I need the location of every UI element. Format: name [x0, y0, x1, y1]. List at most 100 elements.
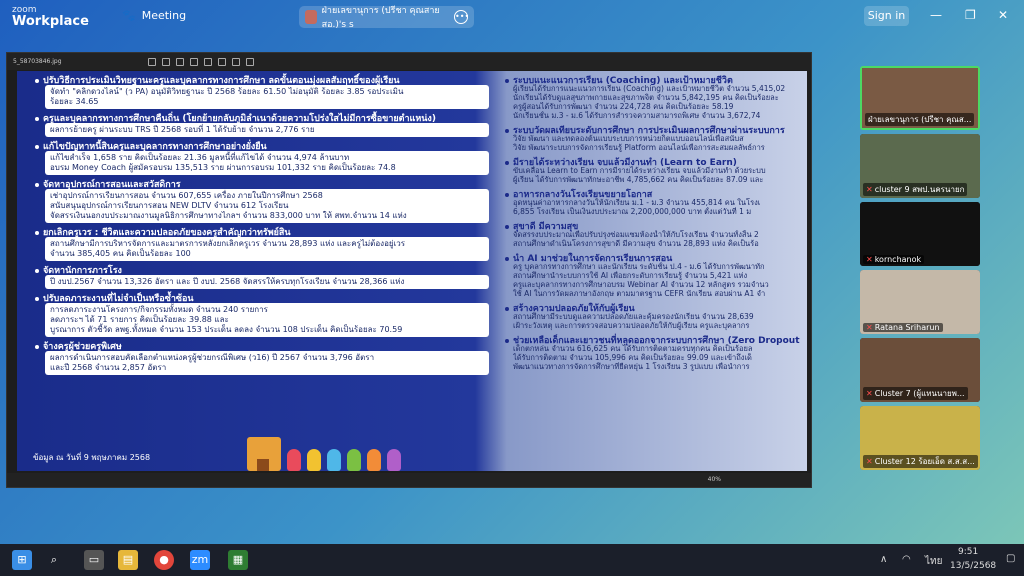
participant-name-label: ✕ kornchanok — [863, 255, 925, 264]
edit-icon[interactable] — [217, 57, 226, 66]
lang-indicator[interactable]: ไทย — [925, 554, 942, 569]
left-section-box: การลดภาระงานโครงการ/กิจกรรมทั้งหมด จำนวน… — [45, 303, 489, 337]
left-section-line: ผลการย้ายครู ผ่านระบบ TRS ปี 2568 รอบที่… — [50, 125, 315, 134]
left-section-line: จัดสรรเงินนอกงบประมาณงานมูลนิธิการศึกษาท… — [50, 211, 407, 220]
meeting-label: Meeting — [141, 9, 187, 22]
restore-button[interactable]: ❐ — [965, 8, 976, 22]
share-title: ฝ่ายเลขานุการ (ปรีชา คุณสาย สอ.)'s s — [321, 6, 440, 30]
child-figure — [387, 449, 401, 471]
participant-name: kornchanok — [874, 255, 922, 264]
tray-chevron-icon[interactable]: ∧ — [880, 554, 887, 565]
paw-icon: 🐾 — [122, 9, 136, 22]
clock-date[interactable]: 13/5/2568 — [950, 561, 996, 571]
right-section-line: ใช้ AI ในการวัดผลภาษาอังกฤษ ตามมาตรฐาน C… — [513, 289, 766, 298]
children-illustration — [247, 431, 477, 471]
screen-share-pill[interactable]: ฝ่ายเลขานุการ (ปรีชา คุณสาย สอ.)'s s ••• — [299, 6, 474, 30]
left-section-line: จำนวน 385,405 คน คิดเป็นร้อยละ 100 — [50, 249, 191, 258]
left-section-box: แก้ไขสำเร็จ 1,658 ราย คิดเป็นร้อยละ 21.3… — [45, 151, 489, 175]
share-icon[interactable] — [245, 57, 254, 66]
left-section-line: ผลการดำเนินการสอบคัดเลือกตำแหน่งครูผู้ช่… — [50, 353, 375, 362]
right-section-line: พัฒนาแนวทางการจัดการศึกษาที่ยืดหยุ่น 1 โ… — [513, 362, 750, 371]
participant-name-label: ✕ Cluster 12 ร้อยเอ็ด ส.ส.ส... — [863, 455, 978, 468]
search-icon[interactable]: ⌕ — [44, 550, 64, 570]
left-section-box: ผลการดำเนินการสอบคัดเลือกตำแหน่งครูผู้ช่… — [45, 351, 489, 375]
notification-icon[interactable]: ▢ — [1006, 553, 1015, 564]
participant-tile[interactable]: ฝ่ายเลขานุการ (ปรีชา คุณส... — [860, 66, 980, 130]
right-section-line: วิจัย พัฒนาระบบการจัดการเรียนรู้ Platfor… — [513, 143, 765, 152]
left-section-line: ลดภาระฯ ได้ 71 รายการ คิดเป็นร้อยละ 39.8… — [50, 315, 229, 324]
left-section-box: สถานศึกษามีการบริหารจัดการและมาตรการหลัง… — [45, 237, 489, 261]
meeting-tab[interactable]: 🐾 Meeting — [122, 9, 186, 22]
logo-line2: Workplace — [12, 14, 89, 29]
left-section-line: และปี 2568 จำนวน 2,857 อัตรา — [50, 363, 167, 372]
zoom-app-icon[interactable]: zm — [190, 550, 210, 570]
participant-tile[interactable]: ✕ kornchanok — [860, 202, 980, 266]
left-column: ปรับวิธีการประเมินวิทยฐานะครูและบุคลากรท… — [29, 71, 489, 441]
left-section-line: เช่าอุปกรณ์การเรียนการสอน จำนวน 607,655 … — [50, 191, 323, 200]
viewer-zoom-level: 40% — [707, 476, 721, 483]
muted-mic-icon: ✕ — [866, 457, 873, 466]
participant-tile[interactable]: ✕ Ratana Sriharun — [860, 270, 980, 334]
left-section-line: ปี งบป.2567 จำนวน 13,326 อัตรา และ ปี งบ… — [50, 277, 405, 286]
right-section-line: 6,855 โรงเรียน เป็นเงินงบประมาณ 2,200,00… — [513, 207, 752, 216]
zoom-logo: zoom Workplace — [12, 4, 89, 28]
minimize-button[interactable]: — — [930, 8, 942, 22]
wifi-icon[interactable]: ◠ — [902, 554, 911, 565]
zoom-in-icon[interactable] — [147, 57, 156, 66]
rotate-icon[interactable] — [175, 57, 184, 66]
child-figure — [367, 449, 381, 471]
participant-tile[interactable]: ✕ cluster 9 สพป.นครนายก — [860, 134, 980, 198]
file-explorer-icon[interactable]: ▤ — [118, 550, 138, 570]
print-icon[interactable] — [231, 57, 240, 66]
more-options-icon[interactable]: ••• — [454, 10, 469, 24]
participant-gallery: ฝ่ายเลขานุการ (ปรีชา คุณส... ✕ cluster 9 ส… — [860, 66, 982, 474]
left-section-line: สถานศึกษามีการบริหารจัดการและมาตรการหลัง… — [50, 239, 406, 248]
participant-name: cluster 9 สพป.นครนายก — [874, 185, 965, 194]
sign-in-button[interactable]: Sign in — [864, 6, 909, 26]
left-section-line: จัดทำ "คลิกดวงไลน์" (ว PA) อนุมัติวิทยฐา… — [50, 87, 404, 96]
favorite-icon[interactable] — [203, 57, 212, 66]
school-icon — [247, 437, 281, 471]
windows-taskbar: ⊞ ⌕ ▭ ▤ ● zm ▦ ∧ ◠ ไทย 9:51 13/5/2568 ▢ — [0, 544, 1024, 576]
participant-name: Ratana Sriharun — [874, 323, 940, 332]
left-section-line: บูรณาการ ตัวชี้วัด ลพฐ.ทั้งหมด จำนวน 153… — [50, 325, 403, 334]
child-figure — [287, 449, 301, 471]
task-view-icon[interactable]: ▭ — [84, 550, 104, 570]
left-section-line: ร้อยละ 34.65 — [50, 97, 99, 106]
delete-icon[interactable] — [189, 57, 198, 66]
participant-name-label: ✕ Cluster 7 (ผู้แทนนายพ... — [863, 387, 968, 400]
zoom-top-bar: zoom Workplace 🐾 Meeting ฝ่ายเลขานุการ (… — [0, 0, 1024, 34]
clock-time[interactable]: 9:51 — [958, 547, 978, 557]
right-section-line: เฝ้าระวังเหตุ และการตรวจสอบความปลอดภัยให… — [513, 321, 750, 330]
participant-tile[interactable]: ✕ Cluster 7 (ผู้แทนนายพ... — [860, 338, 980, 402]
left-section-box: เช่าอุปกรณ์การเรียนการสอน จำนวน 607,655 … — [45, 189, 489, 223]
participant-name: ฝ่ายเลขานุการ (ปรีชา คุณส... — [868, 115, 972, 124]
child-figure — [307, 449, 321, 471]
sharer-avatar — [305, 10, 317, 24]
child-figure — [347, 449, 361, 471]
participant-name-label: ✕ cluster 9 สพป.นครนายก — [863, 183, 968, 196]
participant-tile[interactable]: ✕ Cluster 12 ร้อยเอ็ด ส.ส.ส... — [860, 406, 980, 470]
right-section-line: สถานศึกษาดำเนินโครงการสุขาดี มีความสุข จ… — [513, 239, 759, 248]
windows-start-icon[interactable]: ⊞ — [12, 550, 32, 570]
slide-image: ปรับวิธีการประเมินวิทยฐานะครูและบุคลากรท… — [17, 71, 807, 471]
right-section-line: ผู้เรียน ได้รับการพัฒนาทักษะอาชีพ 4,785,… — [513, 175, 764, 184]
participant-name: Cluster 12 ร้อยเอ็ด ส.ส.ส... — [874, 457, 975, 466]
zoom-out-icon[interactable] — [161, 57, 170, 66]
viewer-statusbar: 40% — [7, 473, 811, 487]
shared-image-viewer: 5_58703846.jpg ปรับวิธีการประเมินวิทยฐาน… — [6, 52, 812, 488]
viewer-filename: 5_58703846.jpg — [13, 58, 62, 65]
close-button[interactable]: ✕ — [998, 8, 1008, 22]
logo-line1: zoom — [12, 5, 37, 15]
participant-name: Cluster 7 (ผู้แทนนายพ... — [874, 389, 965, 398]
muted-mic-icon: ✕ — [866, 389, 873, 398]
chrome-icon[interactable]: ● — [154, 550, 174, 570]
left-section-box: จัดทำ "คลิกดวงไลน์" (ว PA) อนุมัติวิทยฐา… — [45, 85, 489, 109]
left-section-line: อบรม Money Coach ผู้สมัครอบรม 135,513 รา… — [50, 163, 396, 172]
right-section-line: นักเรียนชั้น ม.3 - ม.6 ได้รับการสำรวจควา… — [513, 111, 761, 120]
left-section-box: ปี งบป.2567 จำนวน 13,326 อัตรา และ ปี งบ… — [45, 275, 489, 289]
app-grid-icon[interactable]: ▦ — [228, 550, 248, 570]
data-date-footnote: ข้อมูล ณ วันที่ 9 พฤษภาคม 2568 — [33, 453, 151, 462]
left-section-line: แก้ไขสำเร็จ 1,658 ราย คิดเป็นร้อยละ 21.3… — [50, 153, 350, 162]
left-section-box: ผลการย้ายครู ผ่านระบบ TRS ปี 2568 รอบที่… — [45, 123, 489, 137]
